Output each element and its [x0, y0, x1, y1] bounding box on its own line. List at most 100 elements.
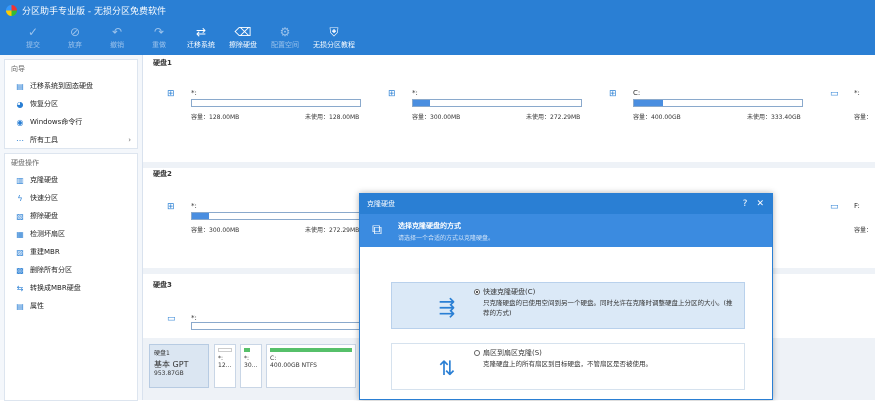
sidebar-item-windows-cmd[interactable]: ◉ Windows命令行 [5, 113, 137, 131]
discard-button[interactable]: ⊘ 放弃 [54, 20, 96, 55]
cmd-icon: ◉ [16, 117, 24, 127]
redo-label: 重做 [152, 40, 166, 49]
block-size: 30... [244, 362, 258, 369]
disk3-label: 硬盘3 [153, 281, 172, 289]
migrate-system-button[interactable]: ⇄ 迁移系统 [180, 20, 222, 55]
convert-icon: ⇆ [16, 283, 24, 293]
disk-map-block[interactable]: C: 400.00GB NTFS [266, 344, 356, 388]
partition-card[interactable]: ⊞ *: 容量：300.00MB 未使用：272.29MB [153, 198, 361, 238]
sidebar-item-label: 克隆硬盘 [30, 176, 58, 184]
block-name: C: [270, 355, 277, 362]
erase-icon: ▧ [16, 211, 24, 221]
sidebar-item-convert-mbr[interactable]: ⇆ 转换成MBR硬盘 [5, 279, 137, 297]
partition-card[interactable]: ⊞ *: 容量：128.00MB 未使用：128.00MB [153, 85, 361, 125]
sidebar-item-label: 删除所有分区 [30, 266, 72, 274]
partition-free: 未使用：272.29MB [305, 227, 360, 234]
clone-disk-dialog: 克隆硬盘 ? ✕ ⧉ 选择克隆硬盘的方式 请选择一个合适的方式以克隆硬盘。 ⇶ 快… [359, 193, 773, 400]
tutorial-button[interactable]: ⛨ 无损分区教程 [306, 20, 362, 55]
usage-bar [191, 99, 361, 107]
windows-icon: ⊞ [609, 89, 617, 99]
wizard-title: 向导 [11, 65, 25, 73]
disk-map-size: 953.87GB [154, 370, 184, 377]
dialog-header-title: 选择克隆硬盘的方式 [398, 222, 461, 230]
redo-button[interactable]: ↷ 重做 [138, 20, 180, 55]
option-sector-clone[interactable]: ⇅ 扇区到扇区克隆(S) 克隆硬盘上的所有扇区到目标硬盘，不管扇区是否被使用。 [391, 343, 745, 390]
sidebar-item-erase-disk[interactable]: ▧ 擦除硬盘 [5, 207, 137, 225]
sidebar-item-quick-partition[interactable]: ϟ 快速分区 [5, 189, 137, 207]
dialog-title: 克隆硬盘 [367, 200, 395, 208]
clone-disk-icon: ⧉ [372, 222, 382, 238]
disk1-label: 硬盘1 [153, 59, 172, 67]
sidebar-item-rebuild-mbr[interactable]: ▨ 重建MBR [5, 243, 137, 261]
partition-card[interactable]: ▭ *: 容量： [816, 85, 875, 125]
migrate-icon: ⇄ [195, 24, 207, 39]
erase-label: 擦除硬盘 [229, 40, 257, 49]
sidebar-item-recover-partition[interactable]: ◕ 恢复分区 [5, 95, 137, 113]
disk-map-disk1[interactable]: 硬盘1 基本 GPT 953.87GB [149, 344, 209, 388]
option-description: 克隆硬盘上的所有扇区到目标硬盘，不管扇区是否被使用。 [483, 360, 652, 368]
rebuild-icon: ▨ [16, 247, 24, 257]
sidebar-item-migrate-ssd[interactable]: ▤ 迁移系统到固态硬盘 [5, 77, 137, 95]
option-quick-clone[interactable]: ⇶ 快速克隆硬盘(C) 只克隆硬盘的已使用空间到另一个硬盘。同时允许在克隆时调整… [391, 282, 745, 329]
radio-sector-clone[interactable] [474, 350, 480, 356]
lightning-icon: ϟ [17, 193, 23, 203]
partition-name: F: [854, 202, 860, 210]
disk-separator [143, 162, 875, 168]
usage-bar [191, 322, 361, 330]
undo-button[interactable]: ↶ 撤销 [96, 20, 138, 55]
sidebar-item-label: Windows命令行 [30, 118, 83, 126]
title-bar: 分区助手专业版 - 无损分区免费软件 [0, 0, 875, 20]
partition-name: *: [191, 314, 197, 322]
migrate-icon: ▤ [16, 81, 24, 91]
partition-capacity: 容量：128.00MB [191, 114, 240, 121]
sidebar-item-label: 快速分区 [30, 194, 58, 202]
partition-capacity: 容量：300.00MB [191, 227, 240, 234]
radio-quick-clone[interactable] [474, 289, 480, 295]
disk-map-block[interactable]: *: 30... [240, 344, 262, 388]
sidebar-item-clone-disk[interactable]: ▥ 克隆硬盘 [5, 171, 137, 189]
block-size: 400.00GB NTFS [270, 362, 317, 369]
sector-clone-icon: ⇅ [438, 356, 456, 380]
sidebar-item-all-tools[interactable]: ⋯ 所有工具 › [5, 131, 137, 149]
clone-icon: ▥ [16, 175, 24, 185]
sidebar-item-label: 迁移系统到固态硬盘 [30, 82, 93, 90]
sidebar-item-delete-all[interactable]: ▩ 删除所有分区 [5, 261, 137, 279]
partition-capacity: 容量： [854, 227, 873, 234]
config-icon: ⚙ [279, 24, 291, 39]
usage-bar [412, 99, 582, 107]
block-size: 12... [218, 362, 232, 369]
windows-icon: ⊞ [167, 89, 175, 99]
delete-icon: ▩ [16, 265, 24, 275]
erase-disk-button[interactable]: ⌫ 擦除硬盘 [222, 20, 264, 55]
config-space-button[interactable]: ⚙ 配置空间 [264, 20, 306, 55]
partition-capacity: 容量：400.00GB [633, 114, 681, 121]
help-button[interactable]: ? [743, 199, 748, 209]
disk-ops-title: 硬盘操作 [11, 159, 39, 167]
sidebar: 向导 ▤ 迁移系统到固态硬盘 ◕ 恢复分区 ◉ Windows命令行 ⋯ 所有工具 › 硬… [0, 55, 143, 401]
commit-button[interactable]: ✓ 提交 [12, 20, 54, 55]
chevron-right-icon: › [128, 136, 131, 144]
dialog-header-subtitle: 请选择一个合适的方式以克隆硬盘。 [398, 235, 495, 242]
sidebar-item-label: 擦除硬盘 [30, 212, 58, 220]
close-button[interactable]: ✕ [756, 199, 764, 209]
disk-icon: ▭ [167, 314, 176, 324]
undo-label: 撤销 [110, 40, 124, 49]
sidebar-item-label: 所有工具 [30, 136, 58, 144]
tutorial-label: 无损分区教程 [313, 40, 355, 49]
partition-card[interactable]: ⊞ *: 容量：300.00MB 未使用：272.29MB [374, 85, 582, 125]
discard-label: 放弃 [68, 40, 82, 49]
option-title: 扇区到扇区克隆(S) [483, 349, 542, 357]
commit-label: 提交 [26, 40, 40, 49]
usage-bar [633, 99, 803, 107]
option-description: 只克隆硬盘的已使用空间到另一个硬盘。同时允许在克隆时调整硬盘上分区的大小。(推荐… [483, 299, 733, 317]
partition-card[interactable]: ⊞ C: 容量：400.00GB 未使用：333.40GB [595, 85, 803, 125]
sidebar-item-check-sectors[interactable]: ▦ 检测坏扇区 [5, 225, 137, 243]
undo-icon: ↶ [111, 24, 123, 39]
partition-card[interactable]: ▭ F: 容量： [816, 198, 875, 238]
disk-map-block[interactable]: *: 12... [214, 344, 236, 388]
erase-disk-icon: ⌫ [234, 24, 252, 39]
partition-name: C: [633, 89, 641, 97]
dialog-header: ⧉ 选择克隆硬盘的方式 请选择一个合适的方式以克隆硬盘。 [360, 214, 772, 247]
disk-icon: ▭ [830, 202, 839, 212]
sidebar-item-properties[interactable]: ▤ 属性 [5, 297, 137, 315]
